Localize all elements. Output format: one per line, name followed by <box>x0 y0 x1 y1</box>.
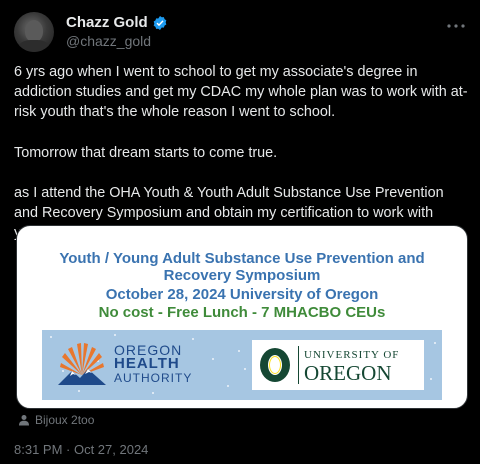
person-icon <box>19 415 29 426</box>
flyer-title: Youth / Young Adult Substance Use Preven… <box>17 250 467 284</box>
oha-logo: OREGON HEALTH AUTHORITY <box>56 343 232 389</box>
tweet-media-image[interactable]: Youth / Young Adult Substance Use Preven… <box>16 225 468 409</box>
uo-divider <box>298 346 299 384</box>
media-credit[interactable]: Bijoux 2too <box>18 413 94 427</box>
oha-line2: HEALTH <box>114 355 180 372</box>
more-options-icon[interactable] <box>446 16 466 36</box>
flyer-title-line1: Youth / Young Adult Substance Use Preven… <box>59 250 425 267</box>
uo-o-mark-icon <box>260 348 290 382</box>
media-credit-name: Bijoux 2too <box>35 413 95 427</box>
uo-line1: UNIVERSITY OF <box>304 349 400 361</box>
author-name-row: Chazz Gold <box>66 14 168 31</box>
author-handle[interactable]: @chazz_gold <box>66 33 151 49</box>
oha-sunburst-icon <box>58 343 106 385</box>
flyer-cost: No cost - Free Lunch - 7 MHACBO CEUs <box>98 304 386 321</box>
avatar-body <box>18 40 50 52</box>
verified-badge-icon <box>153 15 167 30</box>
oha-line3: AUTHORITY <box>114 371 193 385</box>
author-display-name[interactable]: Chazz Gold <box>66 14 148 31</box>
tweet-paragraph: 6 yrs ago when I went to school to get m… <box>14 64 468 121</box>
tweet-timestamp[interactable]: 8:31 PM · Oct 27, 2024 <box>14 442 148 457</box>
flyer-date: October 28, 2024 University of Oregon <box>105 286 379 303</box>
avatar-face <box>25 20 43 42</box>
logo-banner: OREGON HEALTH AUTHORITY UNIVERSITY OF OR… <box>42 330 442 400</box>
tweet-header: Chazz Gold @chazz_gold <box>14 12 466 52</box>
tweet-text: 6 yrs ago when I went to school to get m… <box>14 62 470 243</box>
uo-logo: UNIVERSITY OF OREGON <box>252 340 424 390</box>
avatar[interactable] <box>14 12 54 52</box>
oha-wordmark: OREGON HEALTH AUTHORITY <box>114 343 192 385</box>
flyer-title-line2: Recovery Symposium <box>163 267 321 284</box>
uo-line2: OREGON <box>304 361 392 385</box>
tweet-paragraph: Tomorrow that dream starts to come true. <box>14 144 278 161</box>
